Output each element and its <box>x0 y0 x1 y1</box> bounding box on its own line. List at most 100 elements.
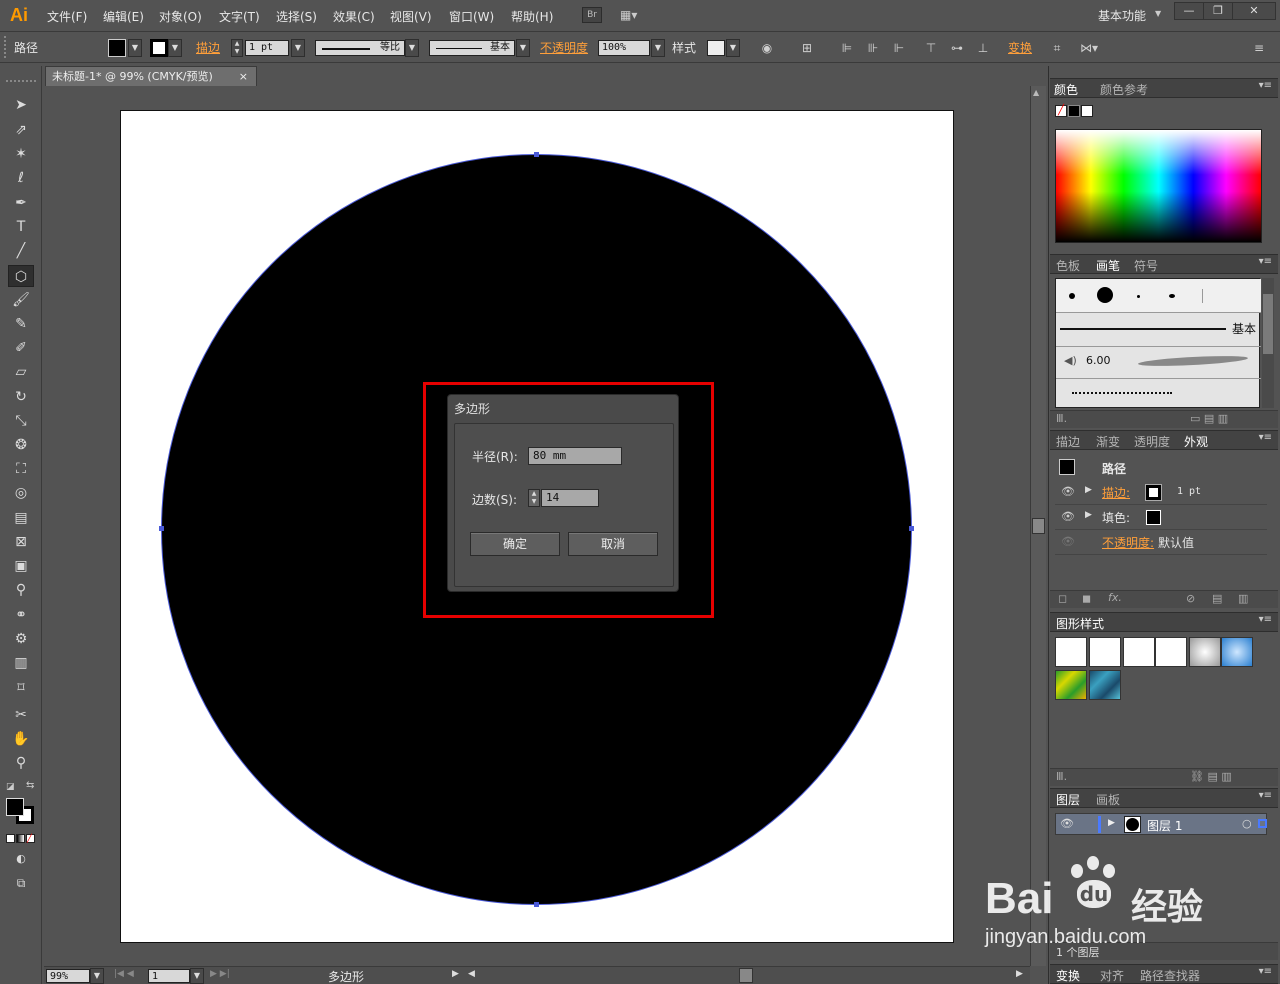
brush-oval[interactable] <box>1169 294 1175 298</box>
black-swatch[interactable] <box>1068 105 1080 117</box>
style-libraries-icon[interactable]: Ⅲ. <box>1056 770 1067 783</box>
menu-view[interactable]: 视图(V) <box>390 8 432 25</box>
tab-pathfinder[interactable]: 路径查找器 <box>1140 967 1200 984</box>
rotate-tool-icon[interactable]: ↻ <box>8 386 34 408</box>
layer-row[interactable]: 👁 ▶ 图层 1 ○ <box>1055 813 1267 835</box>
arrange-icon[interactable]: ⋈▾ <box>1080 39 1098 57</box>
delete-item-icon[interactable]: ▥ <box>1238 592 1248 605</box>
paintbrush-tool-icon[interactable]: 🖌 <box>8 289 34 311</box>
brushes-scroll-thumb[interactable] <box>1263 294 1273 354</box>
tab-swatches[interactable]: 色板 <box>1056 257 1080 274</box>
opacity-dropdown[interactable]: ▼ <box>651 39 665 57</box>
menu-effect[interactable]: 效果(C) <box>333 8 375 25</box>
anchor-point[interactable] <box>534 152 539 157</box>
panel-menu-icon[interactable]: ▾≡ <box>1259 614 1272 625</box>
tab-stroke[interactable]: 描边 <box>1056 433 1080 450</box>
selection-tool-icon[interactable]: ➤ <box>8 94 34 116</box>
zoom-input[interactable]: 99% <box>46 969 90 983</box>
menu-edit[interactable]: 编辑(E) <box>103 8 144 25</box>
scroll-right-icon[interactable]: ▶ <box>1016 969 1023 979</box>
appearance-opacity-row[interactable]: 👁 不透明度: 默认值 <box>1055 531 1267 555</box>
expand-arrow-icon[interactable]: ▶ <box>1108 818 1115 828</box>
bridge-button[interactable]: Br <box>582 7 602 23</box>
menu-select[interactable]: 选择(S) <box>276 8 317 25</box>
duplicate-item-icon[interactable]: ▤ <box>1212 592 1222 605</box>
anchor-point[interactable] <box>159 526 164 531</box>
align-to-selection-icon[interactable]: ⊞ <box>798 39 816 57</box>
stroke-swatch[interactable] <box>150 39 168 57</box>
align-right-icon[interactable]: ⊩ <box>890 39 908 57</box>
layer-target-icon[interactable]: ○ <box>1242 817 1252 830</box>
transform-panel-link[interactable]: 变换 <box>1008 39 1032 56</box>
restore-button[interactable]: ❐ <box>1203 2 1233 20</box>
artboard-tool-icon[interactable]: ⌑ <box>8 677 34 699</box>
fill-color-box[interactable] <box>6 798 24 816</box>
close-tab-icon[interactable]: × <box>239 67 248 86</box>
appearance-stroke-row[interactable]: 👁 ▶ 描边: 1 pt <box>1055 481 1267 505</box>
eye-icon[interactable]: 👁 <box>1061 485 1075 498</box>
variable-width-profile[interactable]: 等比 <box>315 40 405 56</box>
gradient-tool-icon[interactable]: ▣ <box>8 555 34 577</box>
pattern-brush-stroke[interactable] <box>1072 392 1172 394</box>
tab-graphic-styles[interactable]: 图形样式 <box>1056 615 1104 632</box>
art-brush-stroke[interactable] <box>1137 354 1249 368</box>
last-artboard-icon[interactable]: ▶ ▶| <box>210 969 230 979</box>
screen-mode-icon[interactable]: ⧉ <box>8 872 34 894</box>
basic-brush-stroke[interactable] <box>1060 328 1226 330</box>
free-transform-tool-icon[interactable]: ⛶ <box>8 458 34 480</box>
minimize-button[interactable]: — <box>1174 2 1204 20</box>
eye-icon[interactable]: 👁 <box>1061 535 1075 548</box>
arrange-documents-icon[interactable]: ▦▾ <box>620 7 650 23</box>
type-tool-icon[interactable]: T <box>8 216 34 238</box>
isolate-icon[interactable]: ⌗ <box>1048 39 1066 57</box>
layer-name[interactable]: 图层 1 <box>1147 817 1182 834</box>
graphic-style-none[interactable] <box>1089 637 1121 667</box>
expand-arrow-icon[interactable]: ▶ <box>1085 510 1092 520</box>
anchor-point[interactable] <box>909 526 914 531</box>
tab-gradient[interactable]: 渐变 <box>1096 433 1120 450</box>
eye-icon[interactable]: 👁 <box>1060 817 1074 830</box>
style-actions-icon[interactable]: ⛓ ▤ ▥ <box>1190 770 1232 783</box>
stroke-panel-link[interactable]: 描边 <box>196 39 220 56</box>
vertical-scroll-thumb[interactable] <box>1032 518 1045 534</box>
menu-file[interactable]: 文件(F) <box>47 8 87 25</box>
pencil-tool-icon[interactable]: ✎ <box>8 313 34 335</box>
artboard-number-input[interactable]: 1 <box>148 969 190 983</box>
eye-icon[interactable]: 👁 <box>1061 510 1075 523</box>
panel-menu-icon[interactable]: ▾≡ <box>1259 966 1272 977</box>
brush-dot-tiny[interactable] <box>1137 295 1140 298</box>
first-artboard-icon[interactable]: |◀ ◀ <box>114 969 134 979</box>
graphic-style-split[interactable] <box>1155 637 1187 667</box>
add-stroke-icon[interactable]: ◻ <box>1058 592 1067 605</box>
polygon-tool-icon[interactable]: ⬡ <box>8 265 34 287</box>
warp-tool-icon[interactable]: ❂ <box>8 434 34 456</box>
brush-dot-large[interactable] <box>1097 287 1113 303</box>
recolor-artwork-icon[interactable]: ◉ <box>758 39 776 57</box>
line-tool-icon[interactable]: ╱ <box>8 240 34 262</box>
panel-menu-icon[interactable]: ▾≡ <box>1259 80 1272 91</box>
align-middle-icon[interactable]: ⊶ <box>948 39 966 57</box>
delete-brush-icon[interactable]: ▭ ▤ ▥ <box>1190 412 1228 425</box>
style-dropdown[interactable]: ▼ <box>726 39 740 57</box>
stroke-weight-stepper[interactable]: ▲ ▼ <box>231 39 243 57</box>
opacity-input[interactable]: 100% <box>598 40 650 56</box>
graphic-style-swatch[interactable] <box>707 40 725 56</box>
add-fill-icon[interactable]: ◼ <box>1082 592 1091 605</box>
layer-selection-indicator[interactable] <box>1258 819 1267 828</box>
graphic-style-white[interactable] <box>1123 637 1155 667</box>
menu-window[interactable]: 窗口(W) <box>449 8 494 25</box>
draw-mode-icon[interactable]: ◐ <box>8 848 34 870</box>
brushes-scrollbar[interactable] <box>1262 278 1274 408</box>
hand-tool-icon[interactable]: ✋ <box>8 728 34 750</box>
profile-dropdown[interactable]: ▼ <box>405 39 419 57</box>
tab-brushes[interactable]: 画笔 <box>1096 257 1120 274</box>
fill-row-swatch[interactable] <box>1145 509 1162 526</box>
tab-transparency[interactable]: 透明度 <box>1134 433 1170 450</box>
color-mode-icon[interactable] <box>6 834 15 843</box>
eyedropper-tool-icon[interactable]: ⚲ <box>8 579 34 601</box>
tab-artboards[interactable]: 画板 <box>1096 791 1120 808</box>
panel-menu-icon[interactable]: ▾≡ <box>1259 790 1272 801</box>
perspective-grid-tool-icon[interactable]: ▤ <box>8 507 34 529</box>
status-menu-icon[interactable]: ▶ <box>452 969 459 979</box>
zoom-tool-icon[interactable]: ⚲ <box>8 752 34 774</box>
